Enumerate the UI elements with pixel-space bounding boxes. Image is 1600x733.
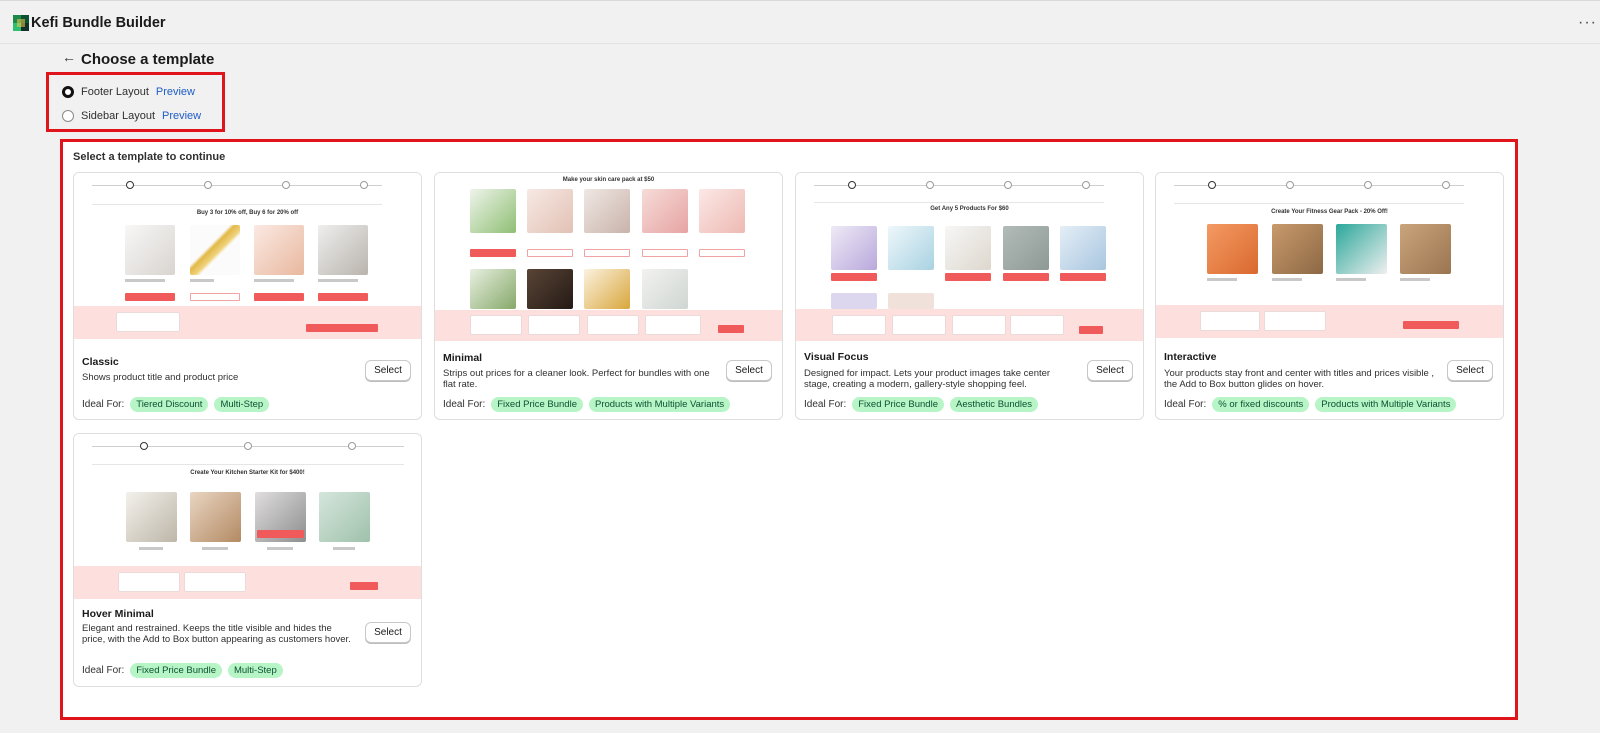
tag-badge: Aesthetic Bundles — [949, 397, 1039, 412]
section-label: Select a template to continue — [73, 151, 226, 163]
template-card-interactive[interactable]: Create Your Fitness Gear Pack - 20% Off!… — [1155, 172, 1504, 420]
card-description: Shows product title and product price — [82, 372, 239, 383]
tag-badge: Multi-Step — [227, 663, 283, 678]
ideal-for-row: Ideal For: Fixed Price Bundle Products w… — [443, 397, 731, 412]
template-card-minimal[interactable]: Make your skin care pack at $50 Minimal … — [434, 172, 783, 420]
thumb-heading: Buy 3 for 10% off, Buy 6 for 20% off — [196, 210, 299, 216]
card-description: Strips out prices for a cleaner look. Pe… — [443, 368, 710, 390]
tag-badge: Fixed Price Bundle — [130, 663, 222, 678]
card-description: Your products stay front and center with… — [1164, 368, 1435, 390]
ideal-for-label: Ideal For: — [82, 665, 125, 676]
preview-link-sidebar[interactable]: Preview — [162, 110, 201, 122]
layout-option-label: Sidebar Layout — [81, 110, 155, 122]
select-button-visual-focus[interactable]: Select — [1087, 360, 1133, 381]
template-preview-thumbnail: Get Any 5 Products For $60 — [796, 173, 1143, 341]
card-title: Interactive — [1164, 351, 1217, 363]
app-title: Kefi Bundle Builder — [31, 15, 166, 31]
thumb-heading: Get Any 5 Products For $60 — [930, 206, 1009, 212]
card-title: Hover Minimal — [82, 608, 154, 620]
tag-badge: Fixed Price Bundle — [491, 397, 583, 412]
ideal-for-label: Ideal For: — [443, 399, 486, 410]
template-preview-thumbnail: Create Your Fitness Gear Pack - 20% Off! — [1156, 173, 1503, 341]
template-preview-thumbnail: Make your skin care pack at $50 — [435, 173, 782, 341]
card-title: Classic — [82, 356, 119, 368]
thumb-heading: Make your skin care pack at $50 — [562, 177, 655, 183]
radio-footer-layout[interactable] — [62, 86, 74, 98]
more-horizontal-icon[interactable]: ··· — [1578, 14, 1597, 32]
tag-badge: Fixed Price Bundle — [852, 397, 944, 412]
card-description: Designed for impact. Lets your product i… — [804, 368, 1051, 390]
template-preview-thumbnail: Create Your Kitchen Starter Kit for $400… — [74, 434, 421, 602]
ideal-for-row: Ideal For: Tiered Discount Multi-Step — [82, 397, 270, 412]
layout-option-footer[interactable]: Footer Layout Preview — [62, 83, 195, 101]
select-button-classic[interactable]: Select — [365, 360, 411, 381]
select-button-hover-minimal[interactable]: Select — [365, 622, 411, 643]
template-card-hover-minimal[interactable]: Create Your Kitchen Starter Kit for $400… — [73, 433, 422, 687]
card-description: Elegant and restrained. Keeps the title … — [82, 623, 351, 645]
tag-badge: Tiered Discount — [130, 397, 209, 412]
template-preview-thumbnail: Buy 3 for 10% off, Buy 6 for 20% off — [74, 173, 421, 341]
select-button-interactive[interactable]: Select — [1447, 360, 1493, 381]
template-card-classic[interactable]: Buy 3 for 10% off, Buy 6 for 20% off Cla… — [73, 172, 422, 420]
ideal-for-label: Ideal For: — [82, 399, 125, 410]
tag-badge: Products with Multiple Variants — [1315, 397, 1457, 412]
ideal-for-label: Ideal For: — [804, 399, 847, 410]
arrow-left-icon[interactable]: ← — [62, 49, 76, 65]
page-title: Choose a template — [81, 51, 215, 68]
tag-badge: % or fixed discounts — [1212, 397, 1310, 412]
ideal-for-row: Ideal For: Fixed Price Bundle Multi-Step — [82, 663, 283, 678]
top-bar: Kefi Bundle Builder ··· — [0, 0, 1600, 44]
template-card-visual-focus[interactable]: Get Any 5 Products For $60 Visual Focus … — [795, 172, 1144, 420]
card-title: Minimal — [443, 352, 483, 364]
select-button-minimal[interactable]: Select — [726, 360, 772, 381]
card-title: Visual Focus — [804, 351, 869, 363]
app-logo-icon — [13, 15, 29, 31]
thumb-heading: Create Your Kitchen Starter Kit for $400… — [190, 470, 305, 476]
layout-option-label: Footer Layout — [81, 86, 149, 98]
ideal-for-row: Ideal For: % or fixed discounts Products… — [1164, 397, 1457, 412]
ideal-for-label: Ideal For: — [1164, 399, 1207, 410]
ideal-for-row: Ideal For: Fixed Price Bundle Aesthetic … — [804, 397, 1039, 412]
thumb-heading: Create Your Fitness Gear Pack - 20% Off! — [1271, 209, 1388, 215]
preview-link-footer[interactable]: Preview — [156, 86, 195, 98]
tag-badge: Products with Multiple Variants — [588, 397, 731, 412]
radio-sidebar-layout[interactable] — [62, 110, 74, 122]
tag-badge: Multi-Step — [214, 397, 270, 412]
layout-option-sidebar[interactable]: Sidebar Layout Preview — [62, 107, 201, 125]
